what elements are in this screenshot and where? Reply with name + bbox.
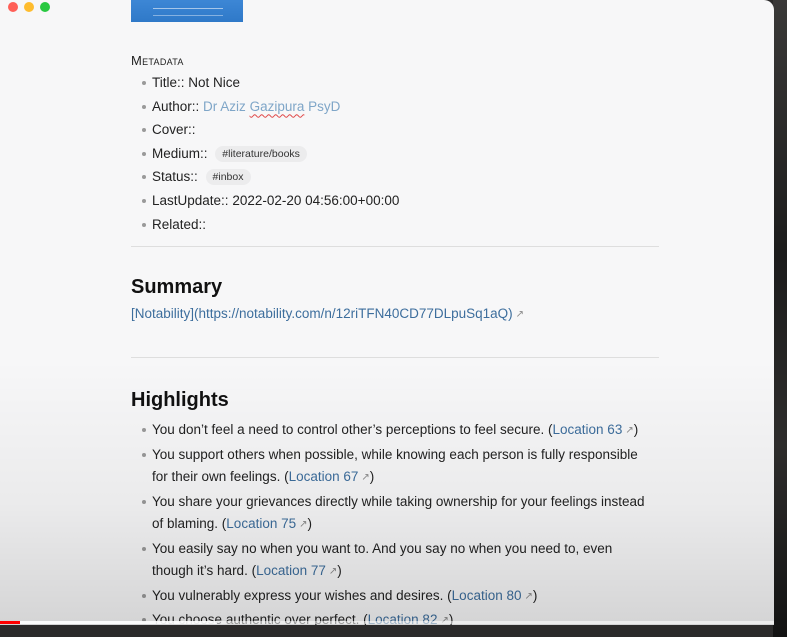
bullet-icon xyxy=(142,452,146,457)
window-controls xyxy=(8,2,50,12)
author-name: Dr Aziz xyxy=(203,98,246,114)
paren: ) xyxy=(307,516,313,531)
list-item: Title:: Not Nice xyxy=(131,72,659,96)
bullet-icon xyxy=(142,499,146,504)
metadata-key: LastUpdate:: xyxy=(152,192,229,208)
bullet-icon xyxy=(142,428,146,432)
maximize-window-button[interactable] xyxy=(40,2,50,12)
paren: ) xyxy=(633,422,639,437)
highlights-heading: Highlights xyxy=(131,389,229,411)
summary-heading: Summary xyxy=(131,276,223,298)
obsidian-window: Metadata Title:: Not Nice Author:: Dr Az… xyxy=(0,0,774,625)
list-item: You don’t feel a need to control other’s… xyxy=(131,419,651,443)
external-link-icon: ↗ xyxy=(515,309,525,320)
author-suffix: PsyD xyxy=(308,98,341,114)
notability-link-text[interactable]: [Notability](https://notability.com/n/12… xyxy=(131,306,513,321)
highlight-text: You support others when possible, while … xyxy=(152,446,638,485)
bullet-icon xyxy=(142,151,146,156)
list-item: You easily say no when you want to. And … xyxy=(131,538,651,584)
video-played-bar xyxy=(0,621,20,624)
bullet-icon xyxy=(142,104,146,109)
paren: ) xyxy=(532,587,538,603)
list-item: Related:: xyxy=(131,214,659,238)
external-link-icon: ↗ xyxy=(625,425,634,436)
bullet-icon xyxy=(142,546,146,551)
list-item: LastUpdate:: 2022-02-20 04:56:00+00:00 xyxy=(131,190,659,214)
paren: ) xyxy=(337,563,342,578)
medium-tag[interactable]: #literature/books xyxy=(215,145,307,162)
misspelled-word: Gazipura xyxy=(249,98,305,114)
metadata-key: Cover:: xyxy=(152,122,196,138)
metadata-key: Medium:: xyxy=(152,145,208,161)
paren: ) xyxy=(369,469,375,484)
notability-link[interactable]: [Notability](https://notability.com/n/12… xyxy=(131,306,524,321)
bullet-icon xyxy=(142,198,146,203)
divider xyxy=(131,246,659,247)
external-link-icon: ↗ xyxy=(299,519,308,530)
minimize-window-button[interactable] xyxy=(24,2,34,12)
location-link[interactable]: Location 80 xyxy=(452,588,522,603)
metadata-key: Status:: xyxy=(152,169,198,185)
location-link[interactable]: Location 63 xyxy=(553,422,623,437)
video-buffered-bar xyxy=(20,621,217,624)
bullet-icon xyxy=(142,222,146,227)
book-cover-image xyxy=(131,0,243,22)
list-item: Cover:: xyxy=(131,119,659,143)
location-link[interactable]: Location 67 xyxy=(289,469,359,484)
highlight-text: You don’t feel a need to control other’s… xyxy=(152,422,553,437)
list-item: Author:: Dr Aziz Gazipura PsyD xyxy=(131,96,659,120)
list-item: You support others when possible, while … xyxy=(131,444,651,490)
list-item: You vulnerably express your wishes and d… xyxy=(131,585,651,609)
status-tag[interactable]: #inbox xyxy=(205,169,251,186)
external-link-icon: ↗ xyxy=(361,472,370,483)
author-link[interactable]: Dr Aziz Gazipura PsyD xyxy=(203,99,340,114)
list-item: Status:: #inbox xyxy=(131,166,659,190)
close-window-button[interactable] xyxy=(8,2,18,12)
metadata-key: Author:: xyxy=(152,98,200,114)
metadata-key: Title:: xyxy=(152,75,185,90)
desktop-background xyxy=(773,0,787,637)
metadata-list: Title:: Not Nice Author:: Dr Aziz Gazipu… xyxy=(131,72,659,237)
highlights-list: You don’t feel a need to control other’s… xyxy=(131,419,651,625)
bullet-icon xyxy=(142,81,146,85)
metadata-heading: Metadata xyxy=(131,53,184,68)
list-item: You share your grievances directly while… xyxy=(131,491,651,537)
metadata-value: Not Nice xyxy=(188,75,241,90)
metadata-value: 2022-02-20 04:56:00+00:00 xyxy=(232,192,400,208)
bullet-icon xyxy=(142,128,146,133)
location-link[interactable]: Location 77 xyxy=(256,563,326,578)
bullet-icon xyxy=(142,175,146,180)
location-link[interactable]: Location 75 xyxy=(226,516,296,531)
metadata-key: Related:: xyxy=(152,216,207,232)
highlight-text: You easily say no when you want to. And … xyxy=(152,540,613,579)
divider xyxy=(131,357,659,358)
video-progress-bar[interactable] xyxy=(0,621,774,624)
highlight-text: You vulnerably express your wishes and d… xyxy=(152,587,452,603)
external-link-icon: ↗ xyxy=(524,590,533,602)
list-item: Medium:: #literature/books xyxy=(131,143,659,167)
bullet-icon xyxy=(142,593,146,598)
